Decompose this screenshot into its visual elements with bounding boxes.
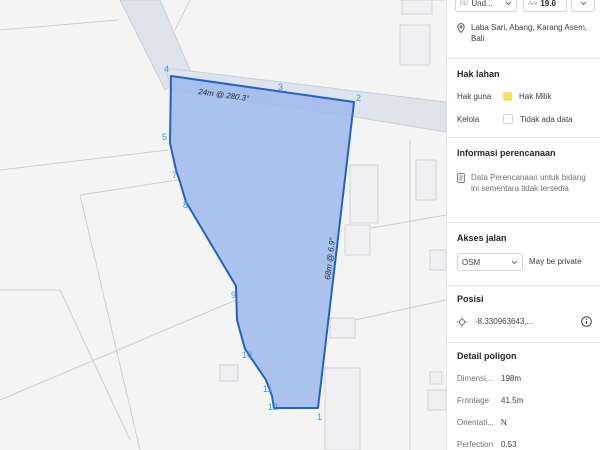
vertex-label-5: 5 (162, 132, 167, 142)
akses-jalan-section: Akses jalan OSM May be private (447, 223, 600, 286)
posisi-section: Posisi -8.330963643,... (447, 286, 600, 343)
perencanaan-title: Informasi perencanaan (457, 148, 556, 158)
akses-jalan-status: May be private (529, 257, 582, 266)
document-icon (457, 173, 465, 183)
hak-guna-swatch (503, 92, 512, 101)
unit-value: Und... (471, 0, 493, 8)
vertex-label-7: 7 (172, 170, 177, 180)
detail-value: 198m (501, 374, 522, 383)
info-icon[interactable] (581, 316, 592, 327)
hak-lahan-title: Hak lahan (457, 69, 500, 79)
hak-lahan-section: Hak lahan Hak guna Hak Milik Kelola Tida… (447, 59, 600, 138)
location-row: Laba Sari, Abang, Karang Asem, Bali (457, 22, 592, 44)
vertex-label-10: 10 (242, 350, 252, 360)
detail-value: N (501, 418, 507, 427)
area-prefix: Are (528, 0, 538, 7)
area-dropdown-button[interactable] (571, 0, 595, 12)
area-value: 19.0 (540, 0, 556, 8)
detail-label: Frontage (457, 396, 490, 405)
vertex-label-11: 11 (263, 384, 272, 394)
akses-jalan-title: Akses jalan (457, 233, 507, 243)
chevron-down-icon (505, 1, 512, 6)
detail-poligon-title: Detail poligon (457, 351, 517, 361)
location-address: Laba Sari, Abang, Karang Asem, Bali (471, 23, 588, 43)
detail-value: 41.5m (501, 396, 524, 405)
vertex-label-4: 4 (164, 64, 169, 74)
posisi-row: -8.330963643,... (457, 316, 592, 327)
map-canvas[interactable]: 24m @ 280.3° 68m @ 6.9° 1 2 3 4 5 7 8 9 … (0, 0, 446, 450)
vertex-label-1: 1 (317, 412, 322, 422)
parcel-polygon[interactable] (169, 75, 355, 409)
vertex-label-9: 9 (231, 290, 236, 300)
vertex-label-8: 8 (183, 200, 188, 210)
detail-label: Dimensi... (457, 374, 493, 383)
detail-poligon-section: Detail poligon Dimensi... 198m Frontage … (447, 343, 600, 450)
hak-guna-row: Hak guna Hak Milik (457, 92, 592, 101)
detail-label: Perfection (457, 440, 494, 449)
posisi-value: -8.330963643,... (475, 317, 534, 326)
kelola-swatch (503, 114, 513, 124)
info-panel: M2 Und... Are 19.0 Laba Sari, Abang, Kar… (446, 0, 600, 450)
kelola-row: Kelola Tidak ada data (457, 114, 592, 124)
perencanaan-text: Data Perencanaan untuk bidang ini sement… (471, 173, 586, 193)
vertex-label-2: 2 (356, 93, 361, 103)
unit-prefix: M2 (460, 0, 469, 7)
detail-label: Orientati... (457, 418, 494, 427)
hak-guna-value: Hak Milik (519, 92, 552, 101)
perencanaan-row: Data Perencanaan untuk bidang ini sement… (457, 172, 594, 194)
crosshair-icon (457, 316, 467, 327)
map-svg: 24m @ 280.3° 68m @ 6.9° 1 2 3 4 5 7 8 9 … (0, 0, 446, 450)
detail-row: Frontage 41.5m (457, 396, 592, 405)
perencanaan-section: Informasi perencanaan Data Perencanaan u… (447, 138, 600, 223)
kelola-value: Tidak ada data (520, 114, 573, 124)
kelola-label: Kelola (457, 114, 480, 124)
akses-jalan-select[interactable]: OSM (457, 253, 523, 271)
unit-select[interactable]: M2 Und... (455, 0, 517, 12)
chevron-down-icon (511, 260, 518, 265)
top-controls: M2 Und... Are 19.0 Laba Sari, Abang, Kar… (447, 0, 600, 59)
chevron-down-icon (580, 1, 587, 6)
detail-row: Dimensi... 198m (457, 374, 592, 383)
detail-row: Perfection 0.53 (457, 440, 592, 449)
vertex-label-3: 3 (278, 82, 283, 92)
area-input[interactable]: Are 19.0 (523, 0, 567, 12)
detail-value: 0.53 (501, 440, 517, 449)
akses-jalan-select-value: OSM (462, 257, 481, 267)
detail-row: Orientati... N (457, 418, 592, 427)
vertex-label-12: 12 (268, 402, 278, 412)
posisi-title: Posisi (457, 294, 484, 304)
hak-guna-label: Hak guna (457, 92, 492, 101)
location-pin-icon (457, 23, 465, 33)
